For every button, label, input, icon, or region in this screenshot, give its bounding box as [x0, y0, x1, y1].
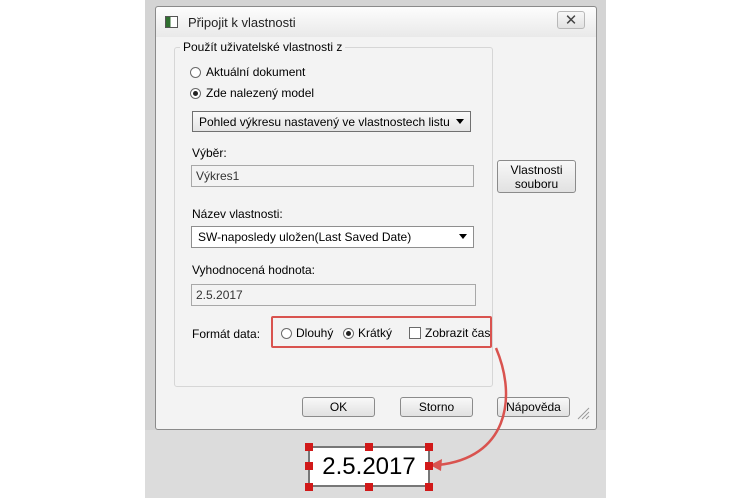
- view-select-value: Pohled výkresu nastavený ve vlastnostech…: [199, 115, 450, 129]
- note-handle-top-center[interactable]: [365, 443, 373, 451]
- selection-label: Výběr:: [192, 146, 227, 160]
- group-label: Použít uživatelské vlastnosti z: [180, 40, 346, 54]
- chevron-down-icon: [456, 119, 464, 124]
- property-name-select[interactable]: SW-naposledy uložen(Last Saved Date): [191, 226, 474, 248]
- note-handle-middle-left[interactable]: [305, 462, 313, 470]
- note-handle-bottom-right[interactable]: [425, 483, 433, 491]
- note-handle-bottom-center[interactable]: [365, 483, 373, 491]
- file-properties-button[interactable]: Vlastnosti souboru: [497, 160, 576, 193]
- date-note[interactable]: 2.5.2017: [308, 446, 430, 487]
- property-name-label: Název vlastnosti:: [192, 207, 283, 221]
- date-format-label: Formát data:: [192, 327, 261, 341]
- selection-field[interactable]: Výkres1: [191, 165, 474, 187]
- property-name-value: SW-naposledy uložen(Last Saved Date): [198, 230, 412, 244]
- resize-grip-icon[interactable]: [576, 406, 590, 420]
- note-handle-bottom-left[interactable]: [305, 483, 313, 491]
- view-select[interactable]: Pohled výkresu nastavený ve vlastnostech…: [192, 111, 471, 132]
- callout-arrow: [430, 347, 508, 471]
- file-properties-button-label: Vlastnosti souboru: [510, 163, 563, 191]
- radio-current-document-label[interactable]: Aktuální dokument: [206, 65, 305, 79]
- note-handle-top-left[interactable]: [305, 443, 313, 451]
- radio-model-found-here-label[interactable]: Zde nalezený model: [206, 86, 314, 100]
- radio-model-found-here[interactable]: [190, 88, 201, 99]
- chevron-down-icon: [459, 234, 467, 239]
- note-handle-middle-right[interactable]: [425, 462, 433, 470]
- close-button[interactable]: ✕: [557, 11, 585, 29]
- note-handle-top-right[interactable]: [425, 443, 433, 451]
- evaluated-value-field: 2.5.2017: [191, 284, 476, 306]
- evaluated-value-label: Vyhodnocená hodnota:: [192, 263, 315, 277]
- ok-button[interactable]: OK: [302, 397, 375, 417]
- dialog-app-icon: [165, 16, 178, 28]
- close-icon: ✕: [564, 12, 578, 29]
- radio-current-document[interactable]: [190, 67, 201, 78]
- dialog-title: Připojit k vlastnosti: [188, 15, 296, 30]
